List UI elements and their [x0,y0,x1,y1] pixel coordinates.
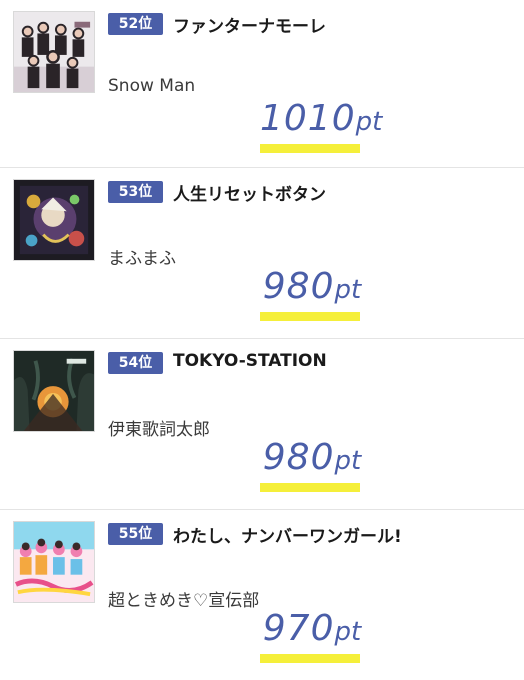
album-cover-image[interactable] [13,521,95,603]
points-display: 980pt [250,266,380,326]
artist-name[interactable]: Snow Man [108,76,195,96]
points-text: 1010pt [260,98,382,139]
points-value: 980 [262,437,335,478]
points-display: 1010pt [250,98,382,158]
points-unit: pt [334,446,362,476]
points-unit: pt [334,617,362,647]
points-display: 980pt [250,437,380,497]
ranking-entry[interactable]: 52位 ファンターナモーレ Snow Man 1010pt [0,0,524,168]
points-text: 980pt [260,266,364,307]
album-cover-image[interactable] [13,350,95,432]
points-text: 980pt [260,437,364,478]
points-display: 970pt [250,608,380,668]
points-value: 970 [262,608,335,649]
artist-name[interactable]: 伊東歌詞太郎 [108,415,210,440]
song-title[interactable]: わたし、ナンバーワンガール! [173,522,402,547]
artist-name[interactable]: 超ときめき♡宣伝部 [108,586,259,611]
points-unit: pt [334,275,362,305]
rank-badge: 54位 [108,352,163,374]
rank-badge: 55位 [108,523,163,545]
song-title[interactable]: TOKYO-STATION [173,351,327,371]
rank-badge: 52位 [108,13,163,35]
points-highlight [260,312,360,321]
ranking-entry[interactable]: 55位 わたし、ナンバーワンガール! 超ときめき♡宣伝部 970pt [0,510,524,680]
song-title[interactable]: 人生リセットボタン [173,180,326,205]
ranking-entry[interactable]: 53位 人生リセットボタン まふまふ 980pt [0,168,524,339]
rank-badge: 53位 [108,181,163,203]
points-value: 1010 [260,98,356,139]
points-value: 980 [262,266,335,307]
points-text: 970pt [260,608,364,649]
album-cover-image[interactable] [13,179,95,261]
artist-name[interactable]: まふまふ [108,244,176,269]
points-highlight [260,654,360,663]
ranking-list: 52位 ファンターナモーレ Snow Man 1010pt 53位 人生リセット… [0,0,524,680]
points-unit: pt [355,107,383,137]
album-cover-image[interactable] [13,11,95,93]
points-highlight [260,144,360,153]
song-title[interactable]: ファンターナモーレ [173,12,326,37]
ranking-entry[interactable]: 54位 TOKYO-STATION 伊東歌詞太郎 980pt [0,339,524,510]
points-highlight [260,483,360,492]
